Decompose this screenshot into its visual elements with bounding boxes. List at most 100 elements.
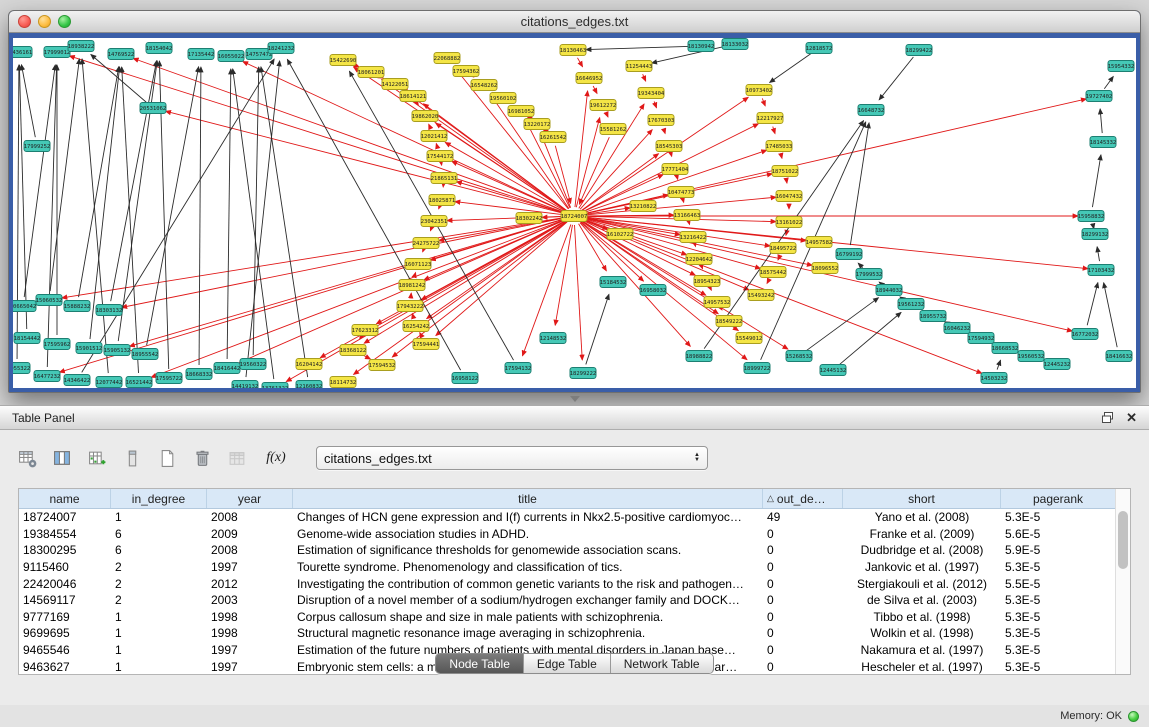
scrollbar-thumb[interactable] <box>1118 511 1128 569</box>
graph-node[interactable]: 12204642 <box>686 254 713 265</box>
graph-node[interactable]: 16204142 <box>296 359 323 370</box>
table-selector-dropdown[interactable]: citations_edges.txt ▲▼ <box>316 446 708 470</box>
graph-node[interactable]: 15549012 <box>736 333 763 344</box>
graph-node[interactable]: 13220172 <box>524 119 551 130</box>
graph-node[interactable]: 12217927 <box>757 113 784 124</box>
graph-node[interactable]: 14503232 <box>981 373 1008 384</box>
column-header-in-degree[interactable]: in_degree <box>111 489 207 508</box>
graph-node[interactable]: 19561232 <box>898 299 925 310</box>
column-header-year[interactable]: year <box>207 489 293 508</box>
graph-node[interactable]: 15422690 <box>330 55 357 66</box>
graph-node[interactable]: 11254443 <box>626 61 653 72</box>
graph-node[interactable]: 18545303 <box>656 141 683 152</box>
graph-node[interactable]: 18154042 <box>146 43 173 54</box>
table-row[interactable]: 969969511998Structural magnetic resonanc… <box>19 625 1115 642</box>
close-window-button[interactable] <box>18 15 31 28</box>
graph-node[interactable]: 18241232 <box>268 43 295 54</box>
graph-node[interactable]: 14419132 <box>232 381 259 389</box>
graph-node[interactable]: 16548262 <box>471 80 498 91</box>
graph-node[interactable]: 18303132 <box>96 305 123 316</box>
graph-node[interactable]: 17594362 <box>453 66 480 77</box>
graph-node[interactable]: 18495722 <box>770 243 797 254</box>
table-row[interactable]: 911546021997Tourette syndrome. Phenomeno… <box>19 559 1115 576</box>
column-header-out-degree[interactable]: △ out_de… <box>763 489 843 508</box>
graph-node[interactable]: 18096552 <box>812 263 839 274</box>
graph-node[interactable]: 17544172 <box>427 151 454 162</box>
new-column-button[interactable] <box>84 445 110 471</box>
graph-node[interactable]: 12445132 <box>820 365 847 376</box>
graph-node[interactable]: 18955542 <box>132 349 159 360</box>
column-header-name[interactable]: name <box>19 489 111 508</box>
graph-node[interactable]: 16071123 <box>405 259 432 270</box>
table-mode-button[interactable] <box>14 445 40 471</box>
table-row[interactable]: 1872400712008Changes of HCN gene express… <box>19 509 1115 526</box>
graph-node[interactable]: 16261542 <box>540 132 567 143</box>
graph-node[interactable]: 16521442 <box>126 377 153 388</box>
graph-node[interactable]: 12148532 <box>540 333 567 344</box>
graph-node[interactable]: 17595722 <box>156 373 183 384</box>
graph-node[interactable]: 19862020 <box>412 111 439 122</box>
graph-node[interactable]: 14957532 <box>704 297 731 308</box>
graph-node[interactable]: 17771404 <box>662 164 689 175</box>
graph-node[interactable]: 12445232 <box>1044 359 1071 370</box>
graph-node[interactable]: 18614121 <box>400 91 427 102</box>
function-builder-button[interactable]: f(x) <box>259 445 293 471</box>
graph-node[interactable]: 18368122 <box>340 345 367 356</box>
graph-node[interactable]: 18751022 <box>772 166 799 177</box>
graph-node[interactable]: 17594132 <box>505 363 532 374</box>
graph-node[interactable]: 12077442 <box>96 377 123 388</box>
graph-node[interactable]: 18955732 <box>920 311 947 322</box>
graph-node[interactable]: 12818572 <box>806 43 833 54</box>
graph-node[interactable]: 17943222 <box>397 301 424 312</box>
graph-node[interactable]: 13216422 <box>680 232 707 243</box>
graph-node[interactable]: 16254242 <box>403 321 430 332</box>
graph-node[interactable]: 16046232 <box>944 323 971 334</box>
graph-node[interactable]: 17623312 <box>352 325 379 336</box>
graph-node[interactable]: 13761322 <box>262 383 289 389</box>
splitter-handle[interactable] <box>570 396 580 402</box>
graph-node[interactable]: 24275722 <box>413 238 440 249</box>
graph-node[interactable]: 16772032 <box>1072 329 1099 340</box>
delete-table-button[interactable] <box>189 445 215 471</box>
new-table-button[interactable] <box>154 445 180 471</box>
graph-node[interactable]: 16102722 <box>607 229 634 240</box>
graph-node[interactable]: 18981242 <box>399 280 426 291</box>
minimize-window-button[interactable] <box>38 15 51 28</box>
network-canvas[interactable]: 1872400718614121198620201202141217544172… <box>13 38 1136 388</box>
graph-node[interactable]: 16646952 <box>576 73 603 84</box>
column-header-title[interactable]: title <box>293 489 763 508</box>
graph-node[interactable]: 13210822 <box>630 201 657 212</box>
table-row[interactable]: 1830029562008Estimation of significance … <box>19 542 1115 559</box>
graph-node[interactable]: 17594532 <box>369 360 396 371</box>
graph-node[interactable]: 16055022 <box>218 51 245 62</box>
graph-node[interactable]: 18668532 <box>992 343 1019 354</box>
graph-node[interactable]: 10973402 <box>746 85 773 96</box>
graph-node[interactable]: 21865131 <box>431 173 458 184</box>
table-row[interactable]: 1938455462009Genome-wide association stu… <box>19 526 1115 543</box>
graph-node[interactable]: 16477232 <box>34 371 61 382</box>
tab-network-table[interactable]: Network Table <box>611 654 713 673</box>
graph-node[interactable]: 15581262 <box>600 124 627 135</box>
graph-node[interactable]: 16958032 <box>640 285 667 296</box>
graph-node[interactable]: 15184532 <box>600 277 627 288</box>
graph-node[interactable]: 17135442 <box>188 49 215 60</box>
graph-node[interactable]: 10474773 <box>668 187 695 198</box>
graph-node[interactable]: 19560322 <box>240 359 267 370</box>
graph-node[interactable]: 17999252 <box>24 141 51 152</box>
import-table-button[interactable] <box>224 445 250 471</box>
graph-node[interactable]: 18145332 <box>1090 137 1117 148</box>
graph-node[interactable]: 20665042 <box>13 301 36 312</box>
graph-node[interactable]: 23042351 <box>421 216 448 227</box>
graph-node[interactable]: 18416632 <box>1106 351 1133 362</box>
graph-node[interactable]: 15493242 <box>748 290 775 301</box>
graph-node[interactable]: 18302242 <box>516 213 543 224</box>
graph-node[interactable]: 18954323 <box>694 276 721 287</box>
graph-node[interactable]: 18130463 <box>560 45 587 56</box>
graph-node[interactable]: 19560102 <box>490 93 517 104</box>
delete-column-button[interactable] <box>119 445 145 471</box>
graph-node[interactable]: 18299222 <box>570 368 597 379</box>
graph-node[interactable]: 18575442 <box>760 267 787 278</box>
graph-node[interactable]: 12160832 <box>296 381 323 389</box>
graph-node[interactable]: 17594441 <box>413 339 440 350</box>
tab-node-table[interactable]: Node Table <box>436 654 524 673</box>
